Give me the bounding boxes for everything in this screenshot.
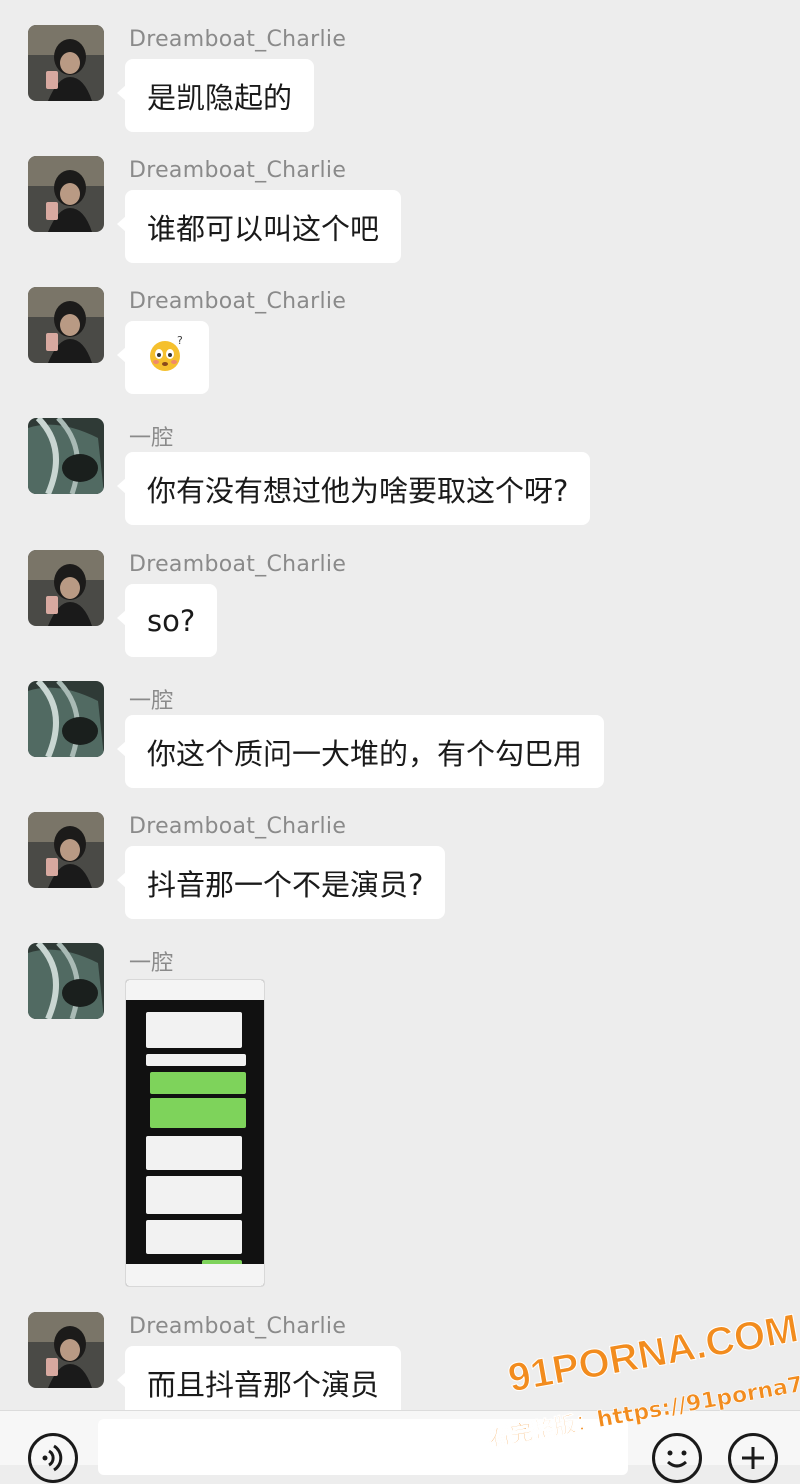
message-bubble[interactable]: 是凯隐起的 — [116, 59, 315, 132]
sender-name: Dreamboat_Charlie — [129, 1314, 347, 1339]
sender-name: 一腔 — [129, 426, 174, 451]
message-bubble[interactable]: so? — [116, 584, 218, 657]
watermark: 91PORNA.COM 看完整版：https://91porna72.com — [470, 1300, 800, 1453]
voice-icon[interactable] — [28, 1433, 78, 1483]
message-bubble[interactable]: 而且抖音那个演员 — [116, 1346, 402, 1419]
message-bubble[interactable]: ? — [117, 321, 209, 394]
sender-name: Dreamboat_Charlie — [129, 289, 347, 314]
message-bubble[interactable]: 抖音那一个不是演员? — [116, 846, 446, 919]
sender-name: Dreamboat_Charlie — [129, 27, 347, 52]
message-bubble[interactable]: 你这个质问一大堆的，有个勾巴用 — [116, 715, 605, 788]
message-bubble[interactable]: 谁都可以叫这个吧 — [116, 190, 402, 263]
svg-text:?: ? — [177, 334, 183, 347]
avatar-yiqiang[interactable] — [28, 943, 104, 1019]
chat-message-list[interactable]: Dreamboat_Charlie 是凯隐起的 Dreamboat_Charli… — [0, 0, 800, 1419]
avatar-yiqiang[interactable] — [28, 418, 104, 494]
sender-name: Dreamboat_Charlie — [129, 552, 347, 577]
avatar-dreamboat-charlie[interactable] — [28, 25, 104, 101]
sender-name: Dreamboat_Charlie — [129, 158, 347, 183]
avatar-dreamboat-charlie[interactable] — [28, 156, 104, 232]
sender-name: Dreamboat_Charlie — [129, 814, 347, 839]
chat-screenshot-thumbnail[interactable] — [125, 979, 265, 1287]
avatar-yiqiang[interactable] — [28, 681, 104, 757]
message-bubble[interactable]: 你有没有想过他为啥要取这个呀? — [116, 452, 591, 525]
avatar-dreamboat-charlie[interactable] — [28, 550, 104, 626]
avatar-dreamboat-charlie[interactable] — [28, 812, 104, 888]
avatar-dreamboat-charlie[interactable] — [28, 1312, 104, 1388]
sender-name: 一腔 — [129, 951, 174, 976]
sender-name: 一腔 — [129, 689, 174, 714]
avatar-dreamboat-charlie[interactable] — [28, 287, 104, 363]
flushed-confused-emoji-icon: ? — [147, 334, 187, 381]
